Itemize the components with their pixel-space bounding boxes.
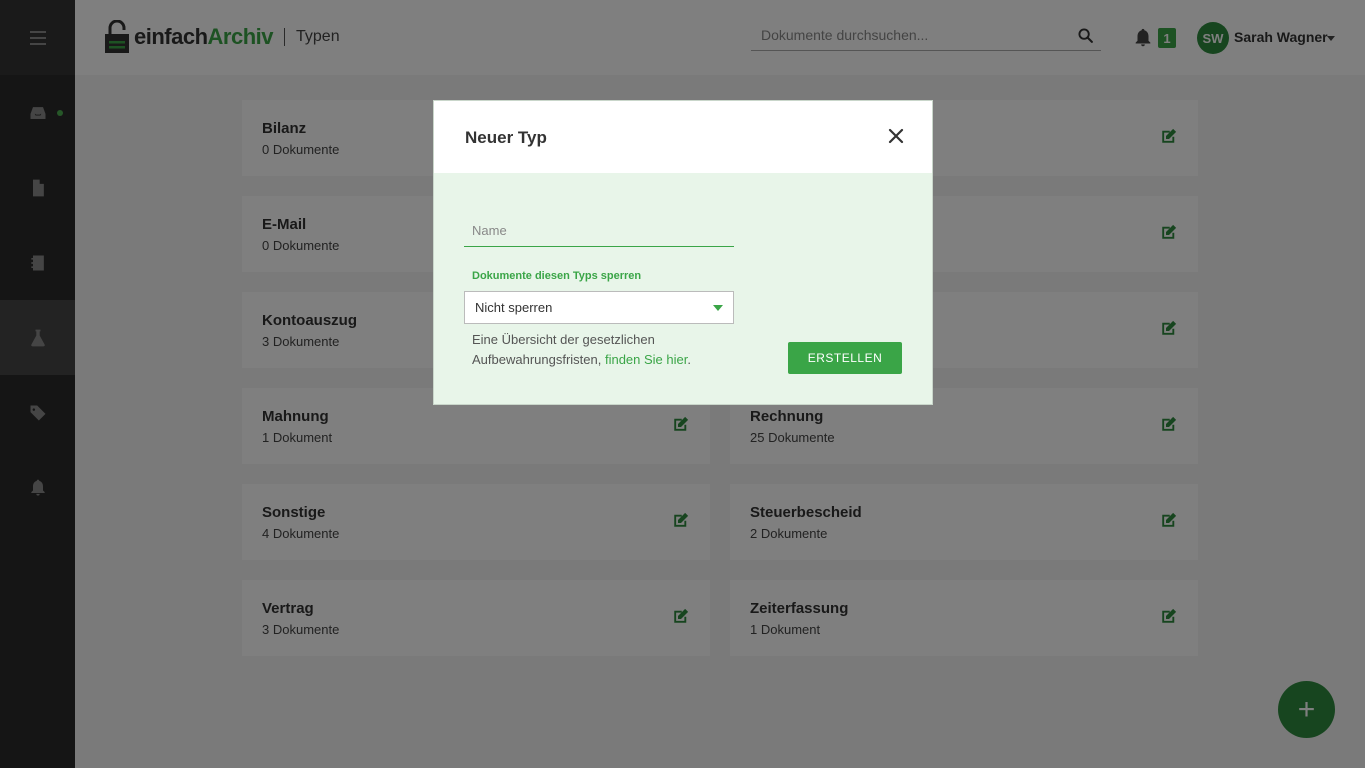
dialog-header: Neuer Typ [434, 101, 932, 173]
lock-setting-label: Dokumente diesen Typs sperren [472, 270, 642, 282]
new-type-dialog: Neuer Typ Dokumente diesen Typs sperren … [433, 100, 933, 405]
close-icon[interactable] [888, 128, 904, 144]
create-button[interactable]: ERSTELLEN [788, 342, 902, 374]
lock-setting-select[interactable]: Nicht sperren [464, 291, 734, 324]
type-name-input[interactable] [464, 215, 734, 247]
dropdown-arrow-icon [713, 305, 723, 311]
lock-setting-value: Nicht sperren [475, 300, 553, 315]
retention-info-link[interactable]: finden Sie hier [605, 352, 687, 367]
retention-info-text: Eine Übersicht der gesetzlichen Aufbewah… [472, 332, 691, 367]
dialog-title: Neuer Typ [465, 128, 547, 147]
